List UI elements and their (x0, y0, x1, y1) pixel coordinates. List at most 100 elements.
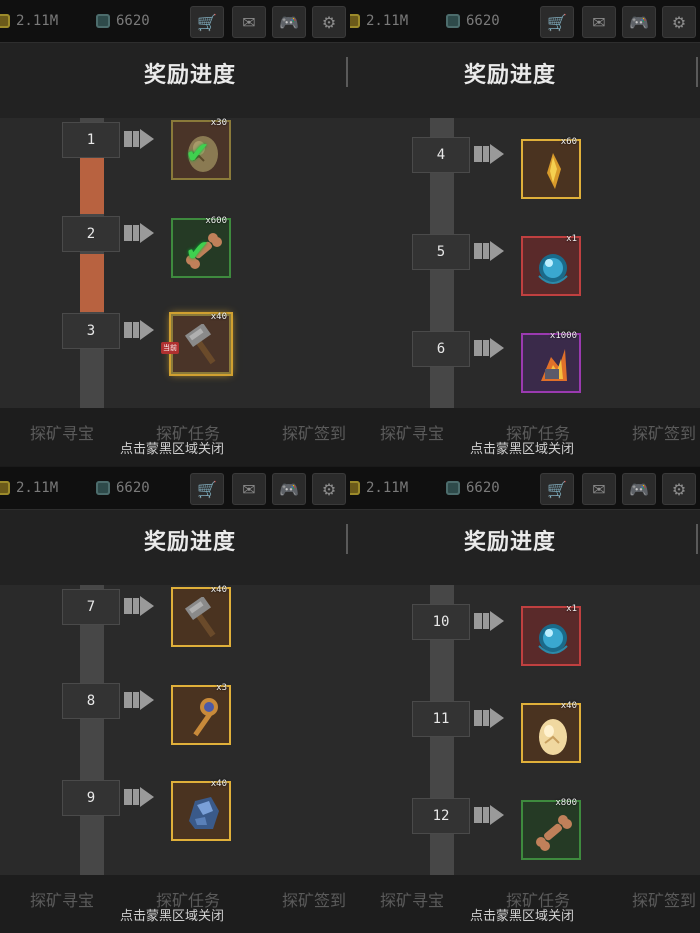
level-badge: 11 (412, 701, 470, 737)
reward-slot[interactable]: x1000 (521, 331, 581, 393)
fire-item-icon (531, 343, 575, 387)
reward-track-area: 10 x1 11 x40 12 x800 (350, 585, 700, 875)
level-badge: 7 (62, 589, 120, 625)
reward-slot[interactable]: x3 (171, 683, 231, 745)
coin-value: 2.11M (366, 480, 409, 496)
footer-tab[interactable]: 探矿寻宝 (380, 420, 444, 444)
shop-cart-icon[interactable]: 🛒 (190, 6, 224, 38)
gem-value: 6620 (466, 480, 500, 496)
level-badge: 3 (62, 313, 120, 349)
gamepad-icon[interactable]: 🎮 (272, 6, 306, 38)
footer-tab[interactable]: 探矿签到 (282, 420, 346, 444)
reward-track-area: 7 x40 8 x3 9 x40 (0, 585, 350, 875)
gamepad-icon[interactable]: 🎮 (272, 473, 306, 505)
settings-gear-icon[interactable]: ⚙ (312, 473, 346, 505)
page-title: 奖励进度 (143, 63, 236, 88)
header-divider (696, 57, 700, 87)
gem-counter: 6620 (446, 10, 500, 32)
reward-quantity: x40 (210, 312, 227, 322)
reward-slot[interactable]: x40 (171, 779, 231, 841)
mail-icon[interactable]: ✉ (232, 473, 266, 505)
gem-icon (96, 14, 110, 28)
gem-value: 6620 (466, 13, 500, 29)
orb-item-icon (531, 616, 575, 660)
shop-cart-icon[interactable]: 🛒 (540, 473, 574, 505)
arrow-right-icon (124, 318, 156, 342)
reward-quantity: x1000 (549, 331, 577, 341)
progress-fill-segment (80, 254, 104, 312)
close-hint[interactable]: 点击蒙黑区域关闭 (120, 438, 224, 457)
reward-panel-s3: 2.11M 6620 🛒 ✉ 🎮 ⚙ 奖励进度 7 x40 8 x3 9 x40 探矿寻宝 探矿任务 探矿签到… (0, 467, 350, 933)
footer-tab[interactable]: 探矿签到 (282, 887, 346, 911)
close-hint[interactable]: 点击蒙黑区域关闭 (470, 438, 574, 457)
reward-slot[interactable]: x1 (521, 604, 581, 666)
coin-value: 2.11M (16, 13, 59, 29)
gem-icon (96, 481, 110, 495)
claimed-check-icon: ✔ (185, 234, 211, 269)
gem-icon (446, 481, 460, 495)
gem-value: 6620 (116, 13, 150, 29)
page-title: 奖励进度 (143, 530, 236, 555)
resource-bar: 2.11M 6620 🛒 ✉ 🎮 ⚙ (0, 467, 350, 509)
shop-cart-icon[interactable]: 🛒 (190, 473, 224, 505)
reward-panel-s1: 2.11M 6620 🛒 ✉ 🎮 ⚙ 奖励进度 1 x30 ✔ 2 x600 ✔ 3 x40 当前探矿寻宝 探矿… (0, 0, 350, 466)
mail-icon[interactable]: ✉ (232, 6, 266, 38)
reward-slot[interactable]: x1 (521, 234, 581, 296)
coin-icon (350, 14, 360, 28)
level-badge: 12 (412, 798, 470, 834)
hammer-item-icon (181, 595, 225, 641)
coin-icon (0, 481, 10, 495)
footer-tab[interactable]: 探矿寻宝 (380, 887, 444, 911)
gem-counter: 6620 (96, 477, 150, 499)
reward-slot[interactable]: x40 (171, 585, 231, 647)
arrow-right-icon (474, 609, 506, 633)
reward-slot[interactable]: x60 (521, 137, 581, 199)
orb-item-icon (531, 246, 575, 290)
coin-counter: 2.11M (350, 10, 408, 32)
footer-tab[interactable]: 探矿签到 (632, 887, 696, 911)
gem-counter: 6620 (96, 10, 150, 32)
shop-cart-icon[interactable]: 🛒 (540, 6, 574, 38)
reward-quantity: x1 (566, 604, 577, 614)
resource-bar: 2.11M 6620 🛒 ✉ 🎮 ⚙ (350, 467, 700, 509)
egg2-item-icon (531, 713, 575, 757)
settings-gear-icon[interactable]: ⚙ (662, 473, 696, 505)
claimed-check-icon: ✔ (185, 136, 211, 171)
close-hint[interactable]: 点击蒙黑区域关闭 (470, 905, 574, 924)
progress-track (80, 585, 104, 875)
reward-slot[interactable]: x40 当前 (161, 312, 231, 374)
reward-slot[interactable]: x800 (521, 798, 581, 860)
reward-slot[interactable]: x40 (521, 701, 581, 763)
gem-counter: 6620 (446, 477, 500, 499)
arrow-right-icon (124, 785, 156, 809)
gamepad-icon[interactable]: 🎮 (622, 473, 656, 505)
footer-tab[interactable]: 探矿寻宝 (30, 887, 94, 911)
coin-value: 2.11M (16, 480, 59, 496)
arrow-right-icon (124, 594, 156, 618)
level-badge: 1 (62, 122, 120, 158)
reward-slot[interactable]: x30 ✔ (171, 118, 231, 180)
reward-header: 奖励进度 (0, 509, 350, 586)
arrow-right-icon (124, 127, 156, 151)
settings-gear-icon[interactable]: ⚙ (662, 6, 696, 38)
footer-tab[interactable]: 探矿寻宝 (30, 420, 94, 444)
reward-quantity: x1 (566, 234, 577, 244)
settings-gear-icon[interactable]: ⚙ (312, 6, 346, 38)
key-item-icon (181, 695, 225, 739)
reward-panel-s2: 2.11M 6620 🛒 ✉ 🎮 ⚙ 奖励进度 4 x60 5 x1 6 x1000 探矿寻宝 探矿任务 探矿… (350, 0, 700, 466)
mail-icon[interactable]: ✉ (582, 473, 616, 505)
reward-track-area: 4 x60 5 x1 6 x1000 (350, 118, 700, 408)
reward-panel-s4: 2.11M 6620 🛒 ✉ 🎮 ⚙ 奖励进度 10 x1 11 x40 12 x800 探矿寻宝 探矿任务… (350, 467, 700, 933)
level-badge: 2 (62, 216, 120, 252)
gem-value: 6620 (116, 480, 150, 496)
shard-item-icon (531, 149, 575, 193)
level-badge: 9 (62, 780, 120, 816)
gamepad-icon[interactable]: 🎮 (622, 6, 656, 38)
close-hint[interactable]: 点击蒙黑区域关闭 (120, 905, 224, 924)
coin-icon (350, 481, 360, 495)
footer-tab[interactable]: 探矿签到 (632, 420, 696, 444)
mail-icon[interactable]: ✉ (582, 6, 616, 38)
reward-slot[interactable]: x600 ✔ (171, 216, 231, 278)
header-divider (696, 524, 700, 554)
bone-item-icon (531, 810, 575, 854)
